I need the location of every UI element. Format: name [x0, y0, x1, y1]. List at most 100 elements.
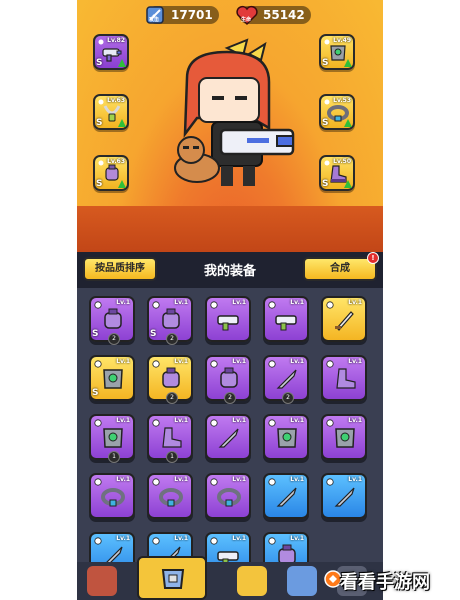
merge-alert-badge: !	[367, 252, 379, 264]
attack-value: 17701	[171, 8, 213, 22]
gun-icon	[217, 315, 239, 331]
equipment-item[interactable]: Lv.1	[263, 296, 309, 342]
upgrade-arrow-icon	[118, 180, 126, 188]
equipment-item[interactable]: Lv.1 1	[89, 414, 135, 463]
item-level: Lv.1	[174, 417, 188, 424]
slot-gloves[interactable]: Lv.63 S	[93, 155, 129, 191]
hero-character	[174, 38, 295, 186]
nav-pet[interactable]: 宠物 !	[255, 210, 303, 250]
item-level: Lv.1	[232, 417, 246, 424]
item-level: Lv.1	[174, 358, 188, 365]
tab-equipment[interactable]	[137, 556, 207, 600]
item-level: Lv.1	[116, 417, 130, 424]
armor-icon	[103, 369, 123, 389]
tab-battle[interactable]	[237, 566, 267, 596]
tab-shop[interactable]	[87, 566, 117, 596]
pet-icon	[266, 212, 292, 238]
kunai-icon	[334, 487, 355, 507]
nav-pet-label: 宠物	[272, 241, 286, 249]
item-level: Lv.1	[232, 299, 246, 306]
equipment-item[interactable]: Lv.1	[147, 473, 193, 519]
item-count-badge: 2	[166, 333, 178, 345]
attack-caption: 攻击	[149, 17, 160, 23]
gauntlet-icon	[220, 367, 238, 388]
item-count-badge: 2	[108, 333, 120, 345]
item-level: Lv.1	[116, 535, 130, 542]
item-count-badge: 2	[282, 392, 294, 404]
nav-collection[interactable]: 收藏馆	[303, 212, 351, 250]
item-level: Lv.1	[348, 417, 362, 424]
equipment-item[interactable]: Lv.1 S	[89, 355, 135, 401]
slot-belt[interactable]: Lv.53 S	[319, 94, 355, 130]
slot-grade: S	[96, 118, 103, 128]
equipment-item[interactable]: Lv.1 1	[147, 414, 193, 463]
item-level: Lv.1	[348, 358, 362, 365]
tab-talent[interactable]	[287, 566, 317, 596]
hero-area: 攻击 17701 生命 55142 Lv.82 S Lv.63 S Lv.63 …	[77, 0, 383, 252]
belt-icon	[159, 488, 183, 507]
skin-icon	[122, 212, 148, 238]
equipment-grid: Lv.1 S 2 Lv.1 S 2 Lv.1 Lv.1 Lv.1 Lv.1 S Lv.1 2 Lv.1 2 L…	[77, 288, 383, 600]
equipment-item[interactable]: Lv.1 2	[263, 355, 309, 404]
equipment-item[interactable]: Lv.1	[89, 473, 135, 519]
item-level: Lv.1	[290, 417, 304, 424]
item-count-badge: 1	[108, 451, 120, 463]
gauntlet-icon	[162, 308, 180, 329]
life-stat: 生命 55142	[236, 5, 311, 26]
item-level: Lv.1	[348, 299, 362, 306]
slot-armor[interactable]: Lv.49 S	[319, 34, 355, 70]
equipment-item[interactable]: Lv.1	[321, 296, 367, 342]
equipment-item[interactable]: Lv.1	[205, 296, 251, 342]
equipment-item[interactable]: Lv.1 2	[205, 355, 251, 404]
item-level: Lv.1	[290, 299, 304, 306]
slot-grade: S	[322, 179, 329, 189]
equipment-item[interactable]: Lv.1	[321, 473, 367, 519]
item-count-badge: 2	[166, 392, 178, 404]
nav-skin[interactable]: 技能外观	[111, 212, 159, 250]
equipment-item[interactable]: Lv.1	[205, 473, 251, 519]
armor-icon	[335, 428, 355, 448]
item-level: Lv.1	[116, 299, 130, 306]
equipment-item[interactable]: Lv.1	[263, 414, 309, 460]
life-value: 55142	[263, 8, 305, 22]
nav-tech-label: 科技配件	[169, 241, 197, 249]
sword-icon	[335, 311, 354, 331]
nav-agent[interactable]: 特工/装扮	[207, 212, 255, 250]
equipment-item[interactable]: Lv.1 2	[147, 355, 193, 404]
item-count-badge: 2	[224, 392, 236, 404]
armor-icon	[277, 428, 297, 448]
item-level: Lv.1	[116, 358, 130, 365]
armor-icon	[103, 428, 123, 448]
slot-boots[interactable]: Lv.50 S	[319, 155, 355, 191]
item-grade: S	[92, 329, 99, 339]
sort-button[interactable]: 按品质排序	[83, 257, 157, 281]
slot-grade: S	[322, 118, 329, 128]
nav-agent-label: 特工/装扮	[215, 241, 247, 249]
item-grade: S	[150, 329, 157, 339]
item-level: Lv.1	[290, 476, 304, 483]
boots-icon	[162, 427, 182, 448]
equipment-item[interactable]: Lv.1	[205, 414, 251, 460]
slot-weapon[interactable]: Lv.82 S	[93, 34, 129, 70]
upgrade-arrow-icon	[344, 180, 352, 188]
equipment-item[interactable]: Lv.1	[321, 355, 367, 401]
equipment-item[interactable]: Lv.1	[263, 473, 309, 519]
collection-icon	[314, 212, 340, 238]
equipment-item[interactable]: Lv.1	[321, 414, 367, 460]
nav-tech[interactable]: 科技配件	[159, 212, 207, 250]
slot-grade: S	[322, 58, 329, 68]
item-count-badge: 1	[166, 451, 178, 463]
equipment-item[interactable]: Lv.1 S 2	[89, 296, 135, 345]
merge-button-label: 合成	[330, 263, 350, 274]
kunai-icon	[276, 487, 297, 507]
item-level: Lv.1	[348, 476, 362, 483]
gauntlet-icon	[162, 367, 180, 388]
gun-icon	[275, 315, 297, 331]
item-level: Lv.1	[174, 299, 188, 306]
merge-button[interactable]: 合成	[303, 257, 377, 281]
slot-necklace[interactable]: Lv.63 S	[93, 94, 129, 130]
watermark-text: 看看手游网	[340, 572, 430, 593]
equipment-item[interactable]: Lv.1 S 2	[147, 296, 193, 345]
item-level: Lv.1	[232, 535, 246, 542]
gauntlet-icon	[104, 308, 122, 329]
